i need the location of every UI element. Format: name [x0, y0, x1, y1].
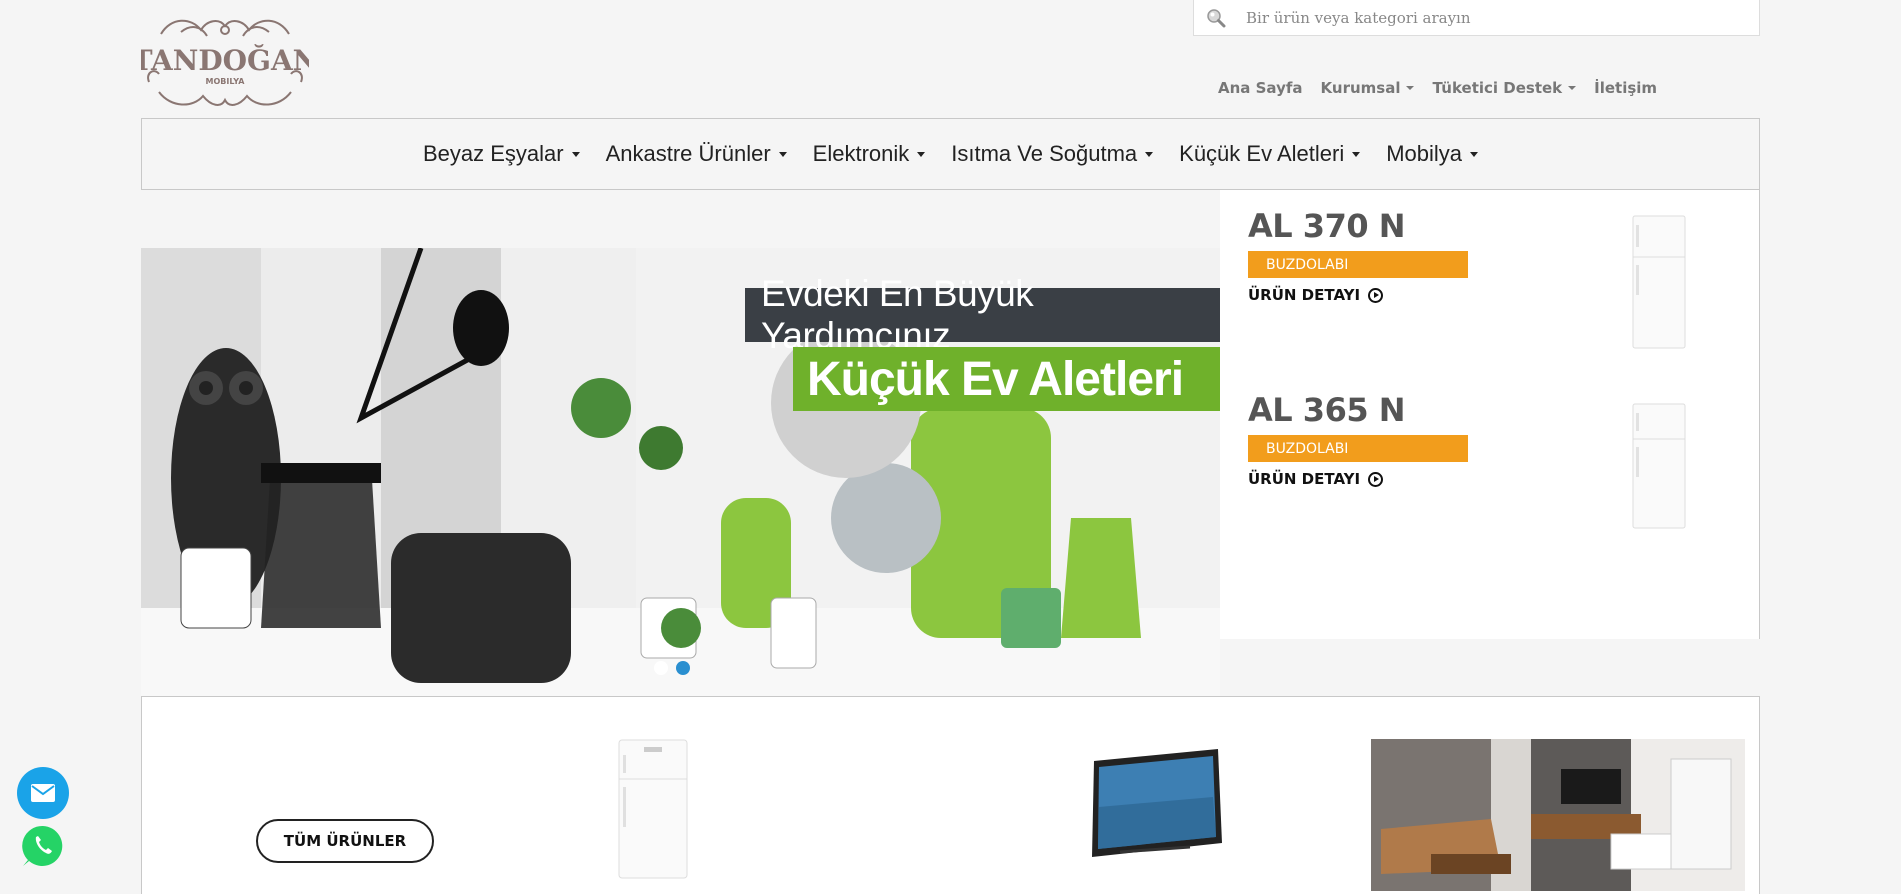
- mainnav-built-in[interactable]: Ankastre Ürünler: [606, 141, 787, 167]
- logo-subtext: MOBILYA: [206, 77, 246, 86]
- topnav-label: Kurumsal: [1320, 79, 1401, 97]
- product-name[interactable]: AL 365 N: [1248, 391, 1468, 429]
- mainnav-label: Ankastre Ürünler: [605, 141, 771, 166]
- slider-dot[interactable]: [654, 661, 668, 675]
- search-input[interactable]: [1238, 2, 1759, 33]
- caret-down-icon: [1470, 151, 1479, 157]
- search-bar: [1193, 0, 1760, 36]
- product-image[interactable]: [1632, 215, 1686, 353]
- product-card: AL 370 N BUZDOLABI ÜRÜN DETAYI: [1248, 207, 1468, 304]
- category-furniture-image[interactable]: [1371, 739, 1745, 894]
- site-logo[interactable]: TANDOĞAN MOBILYA: [132, 12, 318, 114]
- topnav-home[interactable]: Ana Sayfa: [1218, 79, 1303, 97]
- mainnav-label: Küçük Ev Aletleri: [1179, 141, 1345, 166]
- arrow-right-circle-icon: [1368, 471, 1384, 487]
- topnav-corporate[interactable]: Kurumsal: [1321, 79, 1415, 97]
- logo-text: TANDOĞAN: [141, 43, 309, 77]
- category-fridge-image[interactable]: [618, 739, 688, 883]
- top-navigation: Ana Sayfa Kurumsal Tüketici Destek İleti…: [1218, 79, 1675, 97]
- caret-down-icon: [1406, 86, 1415, 90]
- mainnav-label: Mobilya: [1386, 141, 1463, 166]
- topnav-contact[interactable]: İletişim: [1594, 79, 1657, 97]
- mainnav-label: Beyaz Eşyalar: [422, 141, 564, 166]
- hero-subheadline: Küçük Ev Aletleri: [793, 347, 1220, 411]
- caret-down-icon: [1145, 151, 1154, 157]
- mainnav-white-goods[interactable]: Beyaz Eşyalar: [423, 141, 580, 167]
- topnav-label: İletişim: [1594, 79, 1658, 97]
- hero-headline: Evdeki En Büyük Yardımcınız: [745, 273, 1220, 356]
- mainnav-label: Isıtma Ve Soğutma: [951, 141, 1138, 166]
- hero-slider[interactable]: Evdeki En Büyük Yardımcınız Küçük Ev Ale…: [141, 248, 1220, 697]
- caret-down-icon: [917, 151, 926, 157]
- mainnav-small-appliances[interactable]: Küçük Ev Aletleri: [1179, 141, 1361, 167]
- mail-icon: [31, 784, 55, 802]
- mainnav-label: Elektronik: [812, 141, 910, 166]
- caret-down-icon: [1352, 151, 1361, 157]
- product-category-badge: BUZDOLABI: [1248, 435, 1468, 462]
- product-detail-link[interactable]: ÜRÜN DETAYI: [1248, 470, 1468, 488]
- product-detail-label: ÜRÜN DETAYI: [1248, 286, 1361, 304]
- arrow-right-circle-icon: [1368, 287, 1384, 303]
- all-products-button[interactable]: TÜM ÜRÜNLER: [256, 819, 434, 863]
- category-tv-image[interactable]: [1090, 747, 1225, 866]
- slider-dot[interactable]: [676, 661, 690, 675]
- product-name[interactable]: AL 370 N: [1248, 207, 1468, 245]
- topnav-label: Tüketici Destek: [1432, 79, 1563, 97]
- whatsapp-contact-button[interactable]: [17, 820, 69, 872]
- category-showcase: TÜM ÜRÜNLER: [141, 696, 1760, 894]
- product-image[interactable]: [1632, 403, 1686, 533]
- product-detail-label: ÜRÜN DETAYI: [1248, 470, 1361, 488]
- mainnav-furniture[interactable]: Mobilya: [1386, 141, 1479, 167]
- search-icon[interactable]: [1194, 0, 1238, 36]
- slider-dots: [654, 661, 690, 675]
- whatsapp-icon: [22, 825, 63, 866]
- caret-down-icon: [571, 151, 580, 157]
- caret-down-icon: [1568, 86, 1577, 90]
- product-detail-link[interactable]: ÜRÜN DETAYI: [1248, 286, 1468, 304]
- mainnav-electronics[interactable]: Elektronik: [813, 141, 926, 167]
- product-card: AL 365 N BUZDOLABI ÜRÜN DETAYI: [1248, 391, 1468, 488]
- topnav-support[interactable]: Tüketici Destek: [1432, 79, 1577, 97]
- caret-down-icon: [778, 151, 787, 157]
- topnav-label: Ana Sayfa: [1218, 79, 1303, 97]
- mainnav-heating-cooling[interactable]: Isıtma Ve Soğutma: [951, 141, 1154, 167]
- main-navigation: Beyaz Eşyalar Ankastre Ürünler Elektroni…: [141, 118, 1760, 190]
- featured-products: AL 370 N BUZDOLABI ÜRÜN DETAYI AL 365 N …: [1220, 190, 1760, 639]
- product-category-badge: BUZDOLABI: [1248, 251, 1468, 278]
- email-contact-button[interactable]: [17, 767, 69, 819]
